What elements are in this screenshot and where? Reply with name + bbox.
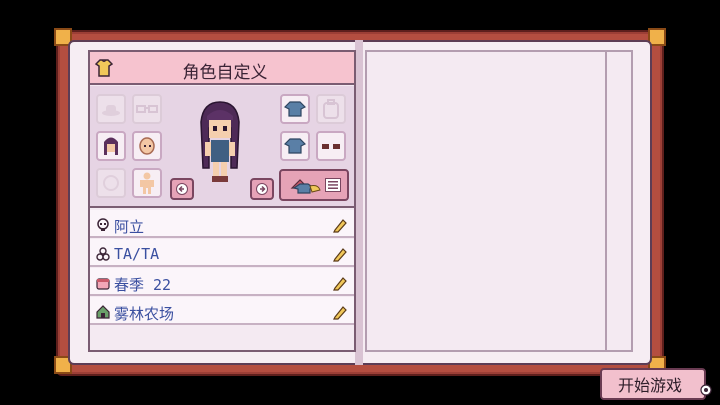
accessory-icon <box>103 175 119 191</box>
shirt-slot[interactable] <box>280 94 310 124</box>
accessory-slot[interactable] <box>96 168 126 198</box>
backpack-icon <box>323 99 339 119</box>
jacket-icon <box>284 138 306 154</box>
pencil-icon[interactable] <box>332 304 348 320</box>
glasses-slot[interactable] <box>132 94 162 124</box>
pencil-icon[interactable] <box>332 246 348 262</box>
shirt-icon <box>95 59 113 77</box>
skull-icon <box>97 218 109 231</box>
hat-icon <box>102 105 120 116</box>
hair-slot[interactable] <box>96 131 126 161</box>
hat-slot[interactable] <box>96 94 126 124</box>
shoes-slot[interactable] <box>316 131 346 161</box>
character-name: 阿立 <box>114 218 145 236</box>
backpack-slot[interactable] <box>316 94 346 124</box>
page-title: 角色自定义 <box>182 63 268 83</box>
character-preview <box>200 101 240 182</box>
gear-icon <box>700 384 712 396</box>
pencil-icon[interactable] <box>332 275 348 291</box>
pencil-icon[interactable] <box>332 217 348 233</box>
outerwear-slot[interactable] <box>280 131 310 161</box>
body-slot[interactable] <box>132 168 162 198</box>
face-slot[interactable] <box>132 131 162 161</box>
arrow-left-icon <box>176 183 188 195</box>
calendar-icon <box>96 278 110 290</box>
face-icon <box>139 137 155 155</box>
preview-panel-scroll-edge <box>605 50 630 352</box>
hair-icon <box>104 137 118 155</box>
preview-panel <box>365 50 633 352</box>
house-icon <box>96 305 110 319</box>
body-icon <box>140 172 154 194</box>
glasses-icon <box>136 105 158 113</box>
pronouns: TA/TA <box>114 245 160 263</box>
menu-icon <box>325 178 341 192</box>
gender-icon <box>96 247 110 261</box>
birthday: 春季 22 <box>114 276 172 294</box>
clothes-icon <box>290 179 321 194</box>
farm-name: 雾林农场 <box>114 305 175 323</box>
shoes-icon <box>322 144 340 149</box>
shirt-icon <box>284 101 306 117</box>
book-spine <box>355 40 363 365</box>
previous-button[interactable] <box>170 178 194 200</box>
arrow-right-icon <box>256 183 268 195</box>
next-button[interactable] <box>250 178 274 200</box>
start-game-label: 开始游戏 <box>617 376 682 395</box>
